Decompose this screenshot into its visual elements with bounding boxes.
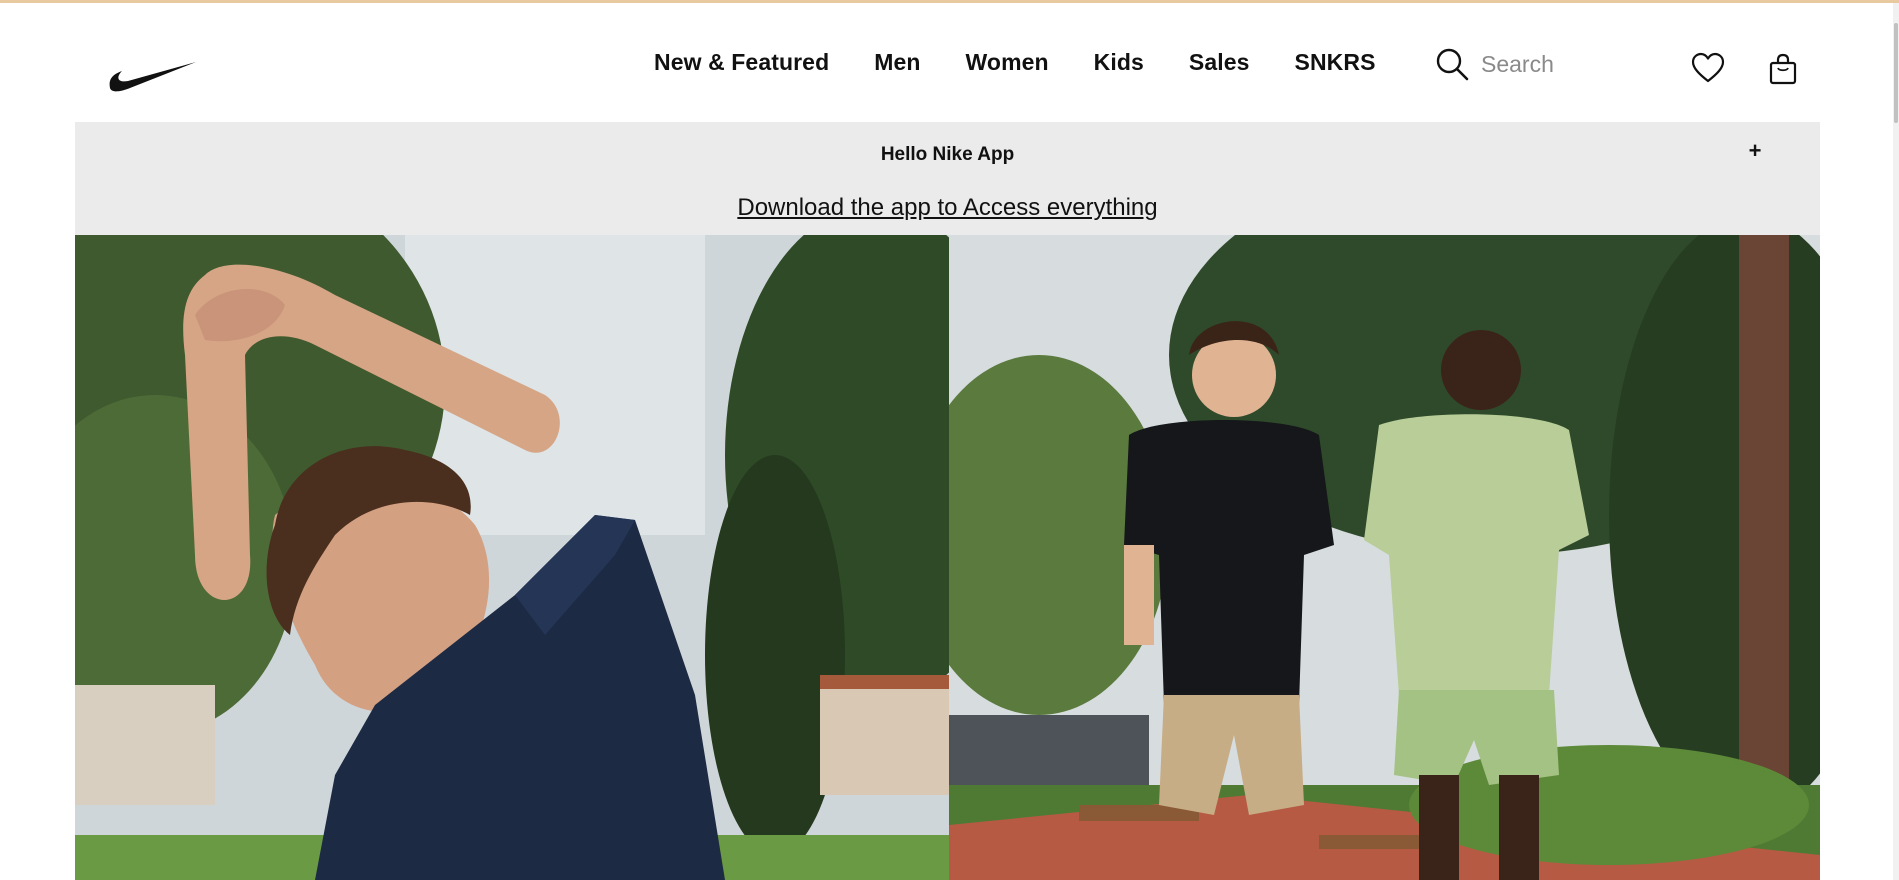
bag-button[interactable] [1768, 52, 1798, 86]
nav-men[interactable]: Men [874, 49, 920, 76]
nav-women[interactable]: Women [966, 49, 1049, 76]
nike-swoosh-logo[interactable] [108, 58, 198, 94]
hero-image-stretching[interactable] [75, 235, 949, 880]
search-input[interactable] [1481, 47, 1631, 81]
site-header: New & Featured Men Women Kids Sales SNKR… [0, 3, 1899, 122]
nav-new-featured[interactable]: New & Featured [654, 49, 829, 76]
favorites-button[interactable] [1690, 50, 1726, 86]
nav-sales[interactable]: Sales [1189, 49, 1250, 76]
hero-stretching-illustration [75, 235, 949, 880]
banner-title: Hello Nike App [880, 144, 1015, 165]
download-app-link[interactable]: Download the app to Access everything [737, 194, 1157, 221]
main-nav: New & Featured Men Women Kids Sales SNKR… [654, 49, 1376, 76]
page-scrollbar[interactable] [1893, 3, 1899, 880]
banner-expand-button[interactable]: + [1743, 138, 1767, 164]
nav-kids[interactable]: Kids [1094, 49, 1144, 76]
app-promo-banner: Hello Nike App + Download the app to Acc… [75, 122, 1820, 235]
search-icon[interactable] [1435, 47, 1469, 81]
nav-snkrs[interactable]: SNKRS [1295, 49, 1376, 76]
banner-link-wrap: Download the app to Access everything [75, 194, 1820, 222]
hero-image-runners[interactable] [949, 235, 1820, 880]
shopping-bag-icon [1769, 53, 1797, 85]
heart-icon [1691, 52, 1725, 83]
scrollbar-thumb[interactable] [1894, 23, 1898, 123]
search-box[interactable] [1435, 47, 1631, 81]
hero-runners-illustration [949, 235, 1820, 880]
